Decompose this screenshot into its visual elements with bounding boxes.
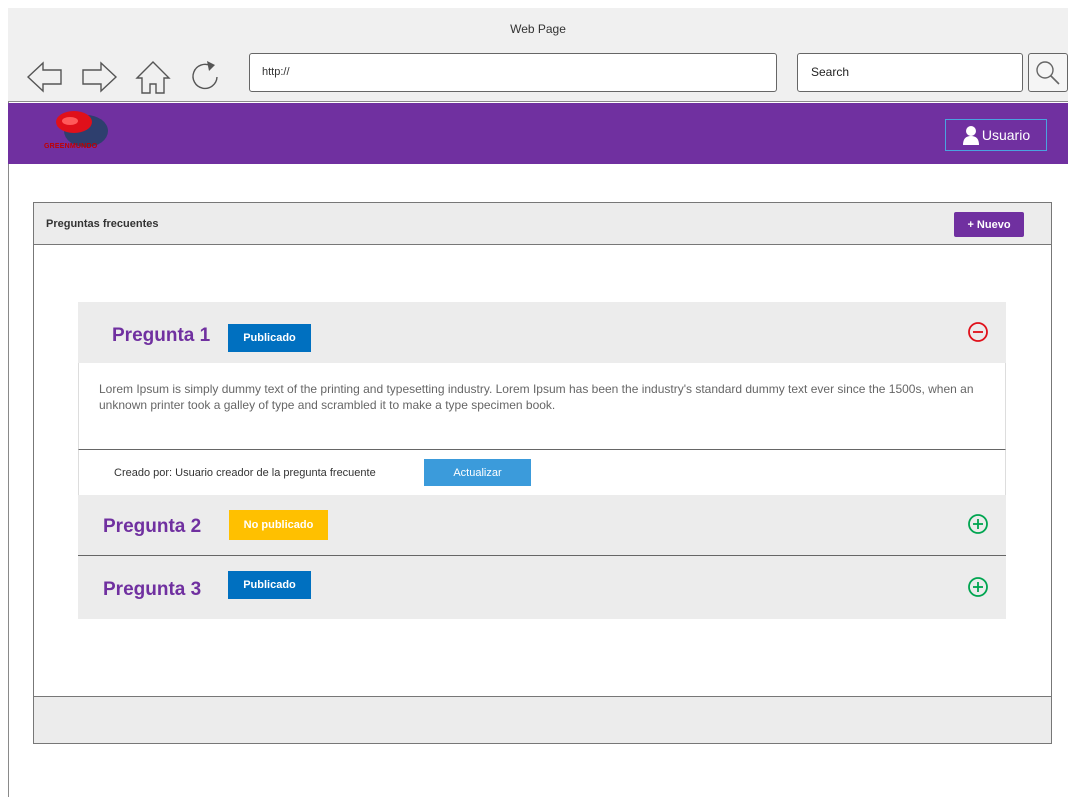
faq-title: Pregunta 2 <box>103 516 202 537</box>
panel-header: Preguntas frecuentes + Nuevo <box>34 203 1051 245</box>
search-button[interactable] <box>1028 53 1068 92</box>
logo[interactable]: GREENMUNDO <box>44 109 120 153</box>
faq-answer-text: Lorem Ipsum is simply dummy text of the … <box>99 382 974 412</box>
logo-text: GREENMUNDO <box>44 143 98 150</box>
faq-footer: Creado por: Usuario creador de la pregun… <box>78 450 1006 495</box>
user-label: Usuario <box>981 127 1031 143</box>
url-bar[interactable]: http:// <box>249 53 777 92</box>
collapse-minus-circle-icon[interactable] <box>967 321 989 343</box>
faq-answer: Lorem Ipsum is simply dummy text of the … <box>78 363 1006 450</box>
browser-toolbar: Web Page http:// Search <box>8 8 1068 102</box>
faq-item-header[interactable]: Pregunta 3 Publicado <box>78 556 1006 619</box>
created-by-label: Creado por: Usuario creador de la pregun… <box>114 467 376 479</box>
window-title: Web Page <box>510 22 566 36</box>
status-badge: Publicado <box>228 571 311 599</box>
forward-arrow-icon <box>82 61 118 93</box>
update-button[interactable]: Actualizar <box>424 459 531 486</box>
user-icon <box>962 126 979 145</box>
reload-icon <box>192 61 218 90</box>
expand-plus-circle-icon[interactable] <box>967 513 989 535</box>
expand-plus-circle-icon[interactable] <box>967 576 989 598</box>
back-button[interactable] <box>26 58 64 96</box>
search-input[interactable]: Search <box>797 53 1023 92</box>
new-faq-button[interactable]: + Nuevo <box>954 212 1024 237</box>
faq-item-header[interactable]: Pregunta 1 Publicado <box>78 302 1006 363</box>
home-icon <box>135 61 171 94</box>
faq-list: Pregunta 1 Publicado Lorem Ipsum is simp… <box>78 302 1006 619</box>
faq-title: Pregunta 3 <box>103 579 202 600</box>
status-badge: Publicado <box>228 324 311 352</box>
forward-button[interactable] <box>80 58 118 96</box>
reload-button[interactable] <box>186 58 224 96</box>
app-header: GREENMUNDO Usuario <box>8 103 1068 164</box>
status-badge: No publicado <box>229 510 328 540</box>
home-button[interactable] <box>134 58 172 96</box>
back-arrow-icon <box>26 61 62 93</box>
user-menu-button[interactable]: Usuario <box>945 119 1047 151</box>
search-icon <box>1036 61 1060 85</box>
faq-panel: Preguntas frecuentes + Nuevo Pregunta 1 … <box>33 202 1052 744</box>
panel-title: Preguntas frecuentes <box>46 218 159 230</box>
panel-footer <box>34 696 1051 743</box>
faq-title: Pregunta 1 <box>112 325 211 346</box>
faq-item-header[interactable]: Pregunta 2 No publicado <box>78 495 1006 555</box>
